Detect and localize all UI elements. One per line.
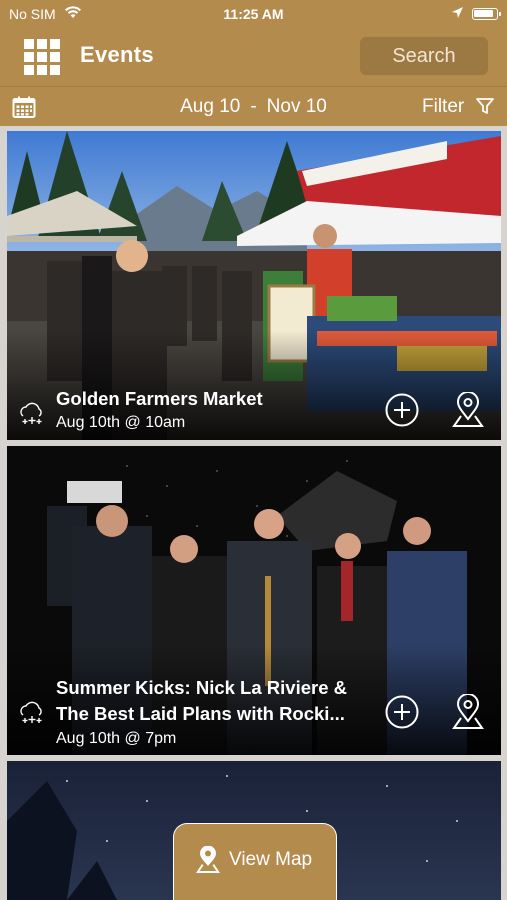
date-range-start: Aug 10: [180, 96, 241, 117]
filter-button[interactable]: Filter: [422, 96, 464, 118]
search-button[interactable]: Search: [360, 37, 488, 75]
add-event-button[interactable]: [385, 393, 419, 427]
event-date: Aug 10th @ 10am: [56, 414, 186, 431]
date-range-separator: -: [250, 96, 257, 117]
weather-icon: [17, 698, 45, 729]
view-map-label: View Map: [229, 849, 313, 870]
map-pin-icon[interactable]: [451, 693, 485, 730]
add-event-button[interactable]: [385, 695, 419, 729]
event-title[interactable]: Golden Farmers Market: [56, 386, 376, 412]
date-range-bar: Aug 10- Nov 10 Filter: [0, 86, 507, 126]
location-arrow-icon: [451, 6, 464, 22]
map-pin-icon[interactable]: [451, 391, 485, 428]
funnel-icon[interactable]: [476, 98, 494, 120]
event-card[interactable]: Summer Kicks: Nick La Riviere & The Best…: [7, 446, 501, 755]
event-title[interactable]: Summer Kicks: Nick La Riviere & The Best…: [56, 675, 368, 727]
page-title: Events: [80, 42, 154, 67]
date-range-end: Nov 10: [266, 96, 327, 117]
grid-menu-icon[interactable]: [24, 39, 60, 75]
status-bar: No SIM 11:25 AM: [0, 0, 507, 30]
view-map-button[interactable]: View Map: [173, 823, 337, 900]
map-pin-icon: [194, 845, 222, 880]
status-time: 11:25 AM: [223, 6, 284, 22]
weather-icon: [17, 399, 45, 430]
battery-icon: [472, 8, 501, 20]
event-date: Aug 10th @ 7pm: [56, 730, 177, 747]
event-card[interactable]: Golden Farmers Market Aug 10th @ 10am: [7, 131, 501, 440]
